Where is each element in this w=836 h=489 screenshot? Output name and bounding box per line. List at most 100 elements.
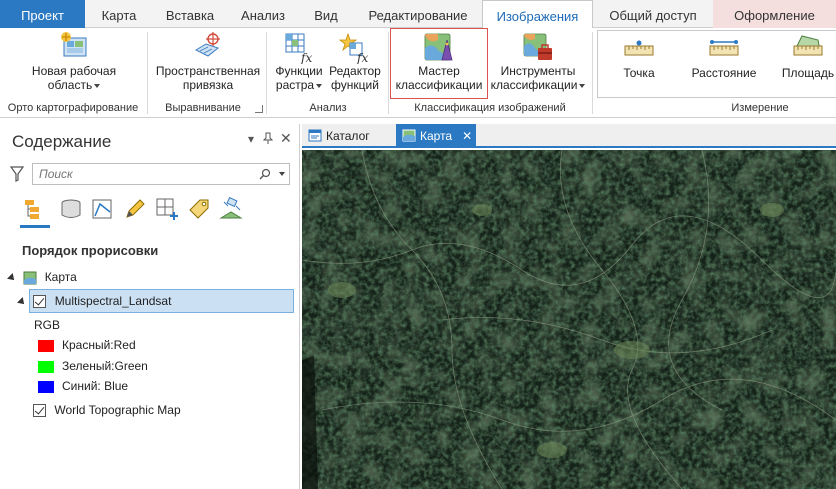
group-label-analysis: Анализ	[309, 102, 347, 114]
map-view[interactable]	[302, 150, 836, 489]
basemap-visibility-checkbox[interactable]	[33, 404, 46, 418]
list-by-editing-icon[interactable]	[122, 196, 148, 222]
measure-point-button[interactable]: Точка	[606, 38, 672, 80]
ruler-distance-icon	[709, 40, 739, 56]
measure-area-label: Площадь	[781, 66, 835, 80]
function-editor-label-2: функций	[331, 78, 379, 92]
list-by-selection-icon[interactable]	[90, 196, 116, 222]
tab-edit[interactable]: Редактирование	[354, 0, 482, 28]
group-label-ortho: Орто картографирование	[7, 102, 139, 114]
function-editor-icon: fx	[338, 32, 368, 64]
tab-imagery[interactable]: Изображения	[482, 0, 593, 29]
view-tab-bar: Каталог Карта ✕	[302, 124, 836, 148]
raster-functions-label-2: растра	[271, 78, 327, 92]
ruler-point-icon	[624, 40, 654, 56]
legend-band-blue: Синий: Blue	[38, 375, 128, 397]
svg-text:fx: fx	[300, 51, 312, 64]
map-item-label: Карта	[44, 270, 77, 284]
renderer-label: RGB	[34, 318, 61, 332]
measure-point-label: Точка	[623, 66, 655, 80]
list-by-drawing-order-icon[interactable]	[20, 196, 50, 228]
tab-insert[interactable]: Вставка	[152, 0, 228, 28]
raster-function-icon: fx	[285, 33, 312, 64]
band-red-label: Красный:Red	[62, 338, 136, 352]
catalog-icon	[308, 129, 322, 142]
drawing-order-heading: Порядок прорисовки	[22, 243, 159, 258]
search-field[interactable]	[32, 163, 290, 185]
classification-wizard-label-2: классификации	[395, 78, 483, 92]
pin-icon[interactable]	[262, 132, 274, 147]
contents-pane: Содержание ▾ ✕ Порядок	[0, 124, 300, 489]
tab-project[interactable]: Проект	[0, 0, 85, 28]
new-workspace-button[interactable]: Новая рабочая область	[20, 30, 128, 92]
classification-wizard-label-1: Мастер	[418, 64, 460, 78]
layer-name-label: Multispectral_Landsat	[54, 294, 172, 308]
function-editor-label-1: Редактор	[329, 64, 381, 78]
dialog-launcher-icon[interactable]	[255, 105, 263, 113]
band-green-label: Зеленый:Green	[62, 359, 148, 373]
satellite-imagery[interactable]	[302, 150, 836, 489]
legend-band-green: Зеленый:Green	[38, 355, 148, 377]
search-input[interactable]	[33, 164, 243, 184]
measure-distance-button[interactable]: Расстояние	[686, 38, 762, 80]
tab-appearance[interactable]: Оформление	[713, 0, 836, 28]
map-view-icon	[402, 129, 416, 142]
map-icon	[23, 271, 37, 285]
raster-functions-button[interactable]: fx Функции растра	[271, 30, 327, 92]
filter-icon[interactable]	[9, 166, 25, 185]
group-label-alignment: Выравнивание	[165, 102, 241, 114]
chevron-down-icon	[316, 83, 323, 88]
svg-text:fx: fx	[356, 51, 368, 64]
contents-title: Содержание	[12, 132, 112, 151]
group-label-measurement: Измерение	[731, 102, 789, 114]
tab-catalog[interactable]: Каталог	[302, 124, 390, 148]
legend-band-red: Красный:Red	[38, 334, 136, 356]
tab-map[interactable]: Карта	[86, 0, 152, 28]
group-label-image-classification: Классификация изображений	[414, 102, 566, 114]
tree-item-layer[interactable]: Multispectral_Landsat	[17, 290, 172, 312]
classification-tools-label-2: классификации	[490, 78, 586, 92]
expand-arrow-icon[interactable]	[17, 296, 27, 307]
close-icon[interactable]: ✕	[462, 129, 472, 143]
blue-swatch	[38, 380, 54, 393]
group-divider	[266, 32, 267, 114]
measure-distance-label: Расстояние	[691, 66, 757, 80]
ruler-area-icon	[793, 35, 823, 56]
tab-catalog-label: Каталог	[326, 129, 370, 143]
green-swatch	[38, 360, 54, 373]
function-editor-button[interactable]: fx Редактор функций	[328, 30, 382, 92]
close-icon[interactable]: ✕	[280, 130, 292, 147]
tab-view[interactable]: Вид	[298, 0, 354, 28]
spatial-reference-label-2: привязка	[182, 78, 234, 92]
tab-map-view-label: Карта	[420, 129, 453, 143]
spatial-reference-label-1: Пространственная	[155, 64, 261, 78]
measure-area-button[interactable]: Площадь	[776, 32, 836, 80]
chevron-down-icon	[579, 83, 586, 88]
new-workspace-label-1: Новая рабочая	[31, 64, 117, 78]
classification-tools-button[interactable]: Инструменты классификации	[490, 30, 586, 92]
ortho-workspace-icon	[61, 32, 87, 57]
list-by-snapping-icon[interactable]	[154, 196, 180, 222]
spatial-reference-button[interactable]: Пространственная привязка	[152, 30, 264, 92]
band-blue-label: Синий: Blue	[62, 379, 129, 393]
ribbon-tab-bar: Проект Карта Вставка Анализ Вид Редактир…	[0, 0, 836, 29]
tab-share[interactable]: Общий доступ	[593, 0, 713, 28]
group-divider	[592, 32, 593, 114]
group-divider	[388, 32, 389, 114]
list-by-labeling-icon[interactable]	[186, 196, 212, 222]
search-icon[interactable]	[259, 168, 271, 180]
classification-tools-icon	[523, 33, 552, 60]
expand-arrow-icon[interactable]	[7, 272, 17, 283]
tab-map-view[interactable]: Карта ✕	[396, 124, 476, 148]
classification-wizard-button[interactable]: Мастер классификации	[392, 30, 486, 92]
tree-item-basemap[interactable]: World Topographic Map	[33, 399, 181, 421]
pane-menu-icon[interactable]: ▾	[248, 132, 254, 146]
classification-wizard-icon	[424, 33, 453, 61]
new-workspace-label-2: область	[20, 78, 128, 92]
list-by-perspective-imagery-icon[interactable]	[218, 196, 244, 222]
layer-visibility-checkbox[interactable]	[33, 295, 47, 309]
tab-analysis[interactable]: Анализ	[228, 0, 298, 28]
list-by-data-source-icon[interactable]	[58, 196, 84, 222]
tree-item-map[interactable]: Карта	[7, 266, 77, 288]
chevron-down-icon[interactable]	[279, 172, 285, 176]
